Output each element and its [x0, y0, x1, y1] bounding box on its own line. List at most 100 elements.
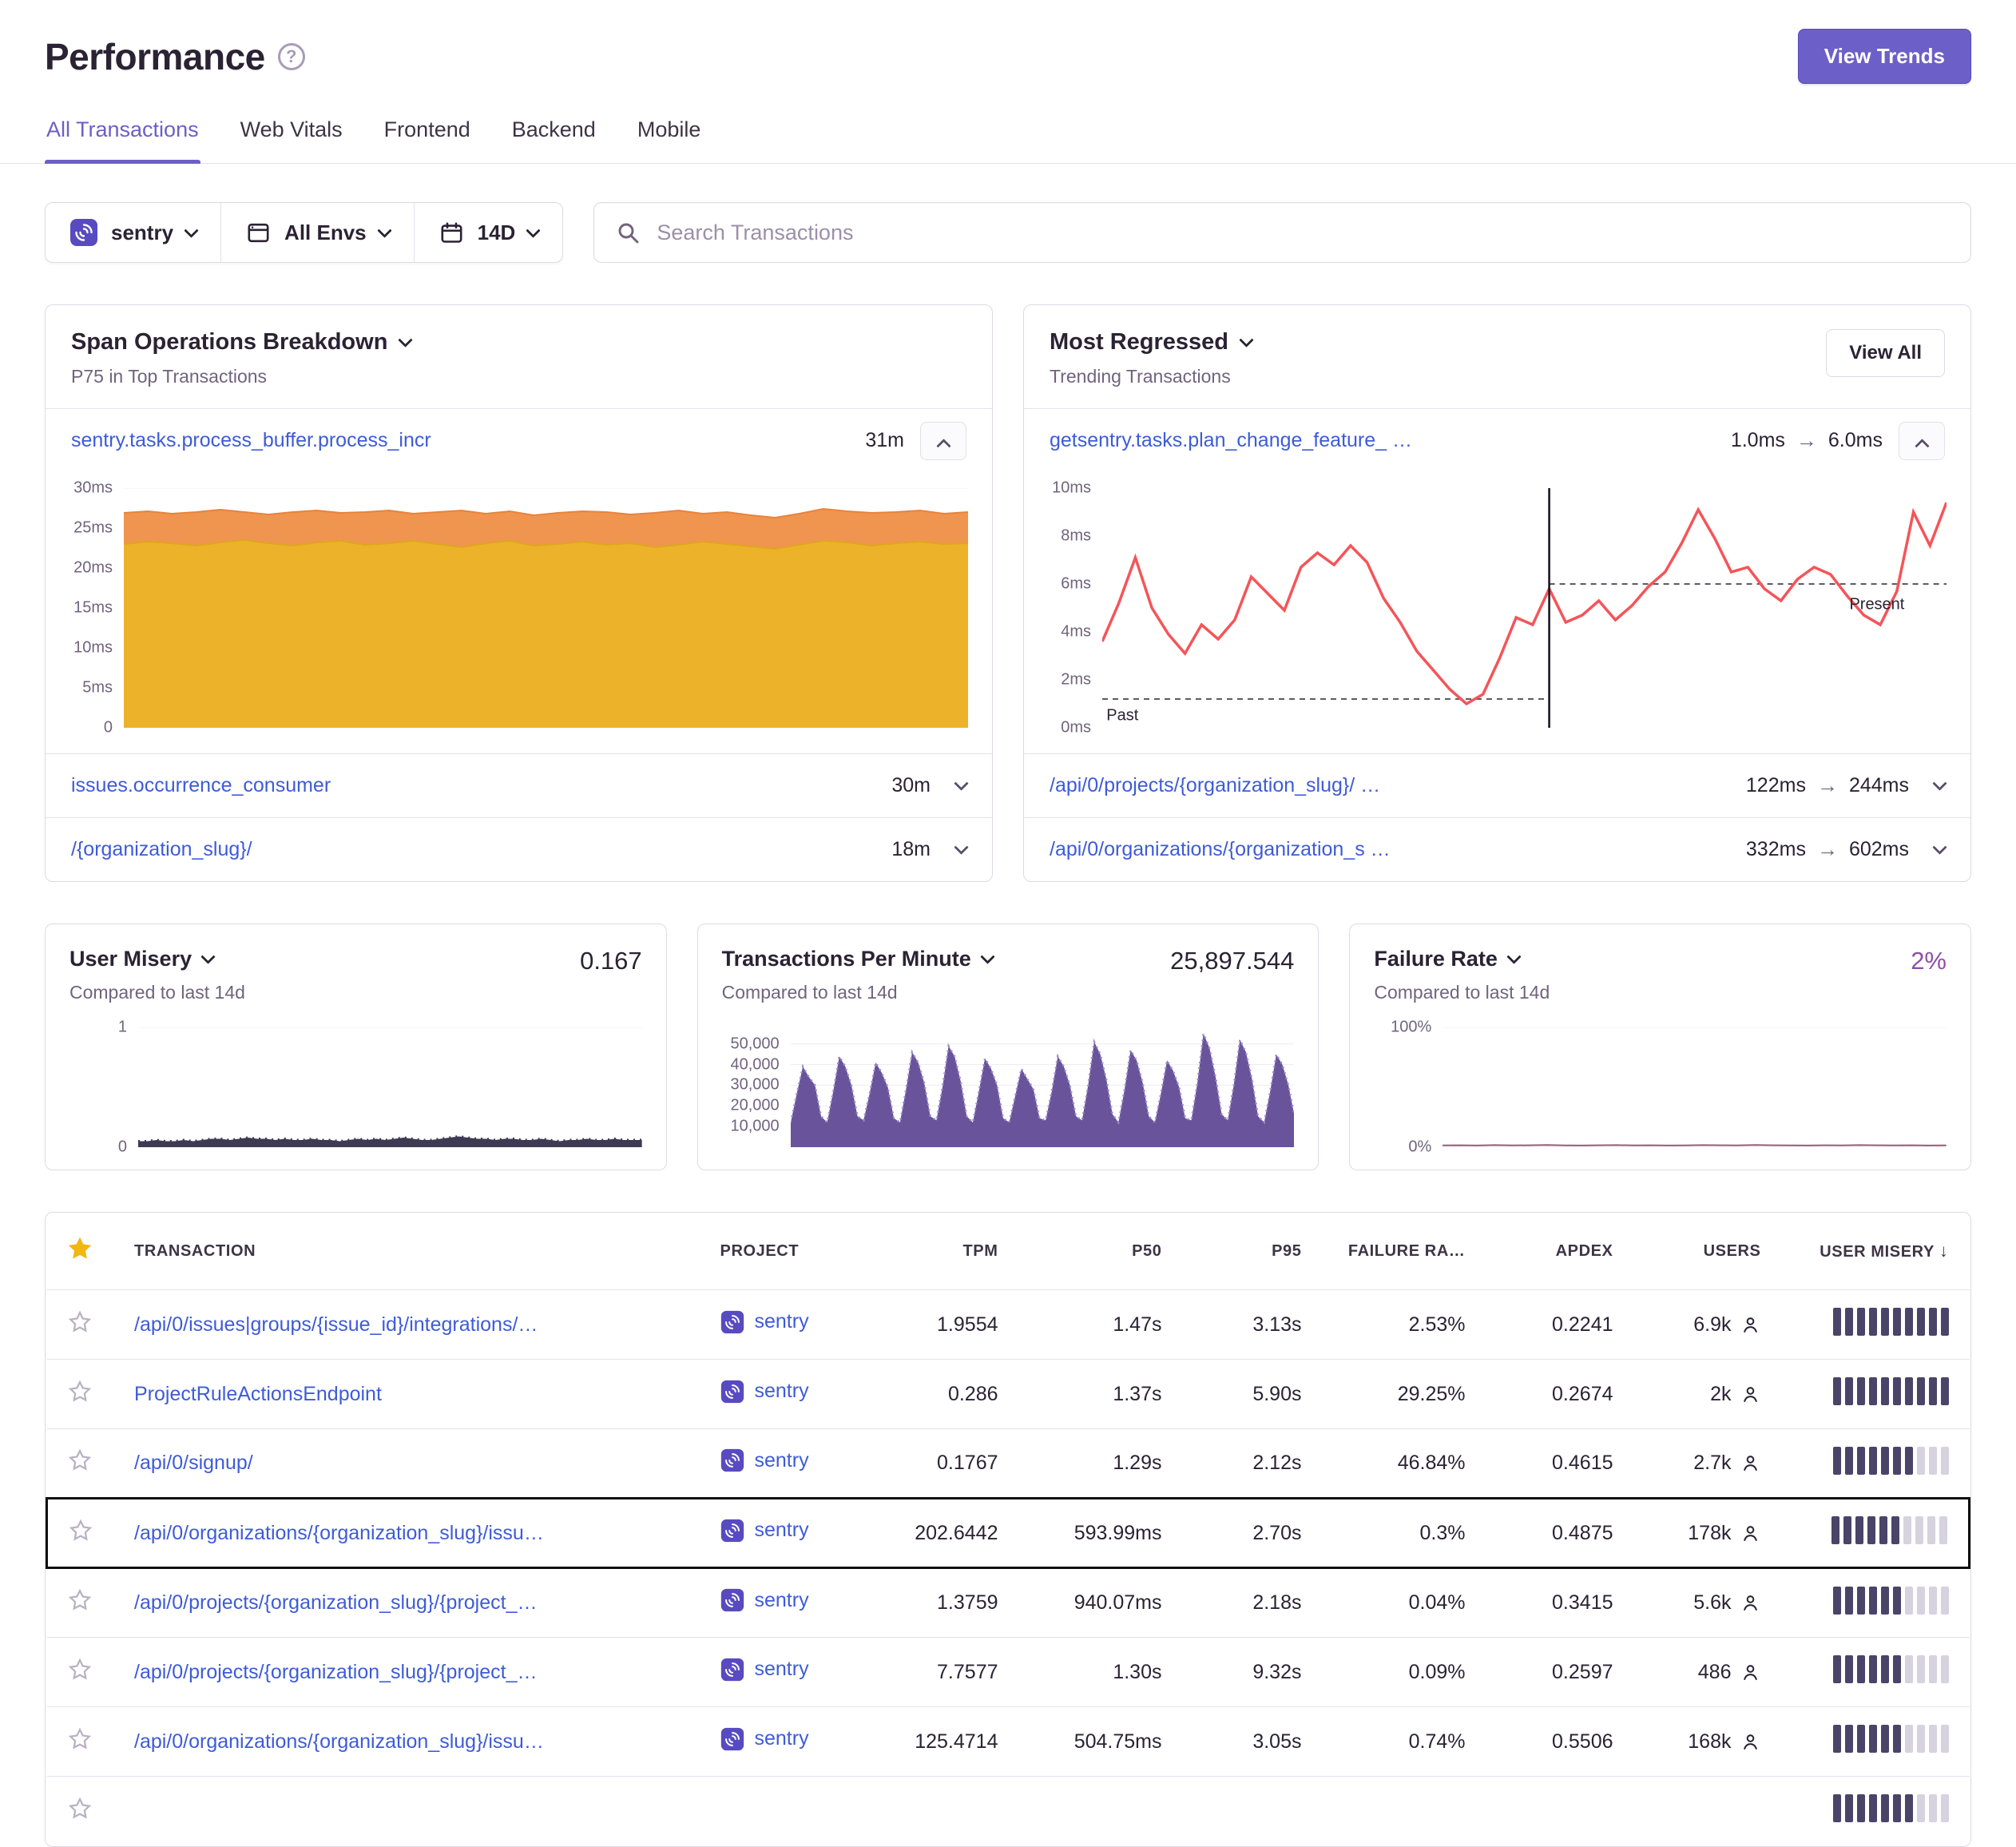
- help-icon[interactable]: ?: [278, 43, 305, 70]
- star-outline-icon[interactable]: [68, 1727, 92, 1751]
- col-project[interactable]: PROJECT: [700, 1213, 879, 1290]
- search-transactions-input[interactable]: [655, 220, 1950, 246]
- project-link[interactable]: sentry: [720, 1658, 809, 1682]
- project-link[interactable]: sentry: [720, 1448, 809, 1472]
- apdex-cell: [1486, 1777, 1634, 1846]
- y-axis-label: 100%: [1391, 1019, 1431, 1037]
- col-failure-ra[interactable]: FAILURE RA…: [1323, 1213, 1486, 1290]
- tab-mobile[interactable]: Mobile: [636, 113, 703, 163]
- user-misery-chart: [138, 1027, 642, 1147]
- p50-cell: 1.30s: [1019, 1638, 1183, 1707]
- star-outline-icon[interactable]: [68, 1588, 92, 1612]
- col-user-misery[interactable]: USER MISERY↓: [1782, 1213, 1970, 1290]
- misery-bar: [1941, 1725, 1949, 1753]
- misery-bar: [1905, 1587, 1913, 1615]
- misery-bar: [1941, 1655, 1949, 1683]
- date-range-filter[interactable]: 14D: [414, 203, 563, 262]
- collapse-row-button[interactable]: [1899, 422, 1945, 460]
- regressed-transaction-link[interactable]: getsentry.tasks.plan_change_feature_ …: [1050, 429, 1412, 452]
- span-op-link[interactable]: issues.occurrence_consumer: [71, 774, 331, 797]
- chevron-down-icon[interactable]: [1932, 776, 1947, 790]
- star-outline-icon[interactable]: [68, 1380, 92, 1404]
- misery-bar: [1929, 1794, 1937, 1822]
- row-star-cell: [47, 1777, 114, 1846]
- user-misery-value: 0.167: [567, 947, 642, 975]
- project-link[interactable]: sentry: [720, 1310, 809, 1334]
- span-op-link[interactable]: sentry.tasks.process_buffer.process_incr: [71, 429, 431, 452]
- table-row[interactable]: /api/0/organizations/{organization_slug}…: [47, 1499, 1970, 1568]
- user-misery-cell: [1782, 1290, 1970, 1360]
- col-p50[interactable]: P50: [1019, 1213, 1183, 1290]
- user-misery-dropdown[interactable]: User Misery: [69, 947, 245, 971]
- tab-backend[interactable]: Backend: [510, 113, 597, 163]
- span-operations-dropdown[interactable]: Span Operations Breakdown: [71, 329, 411, 355]
- span-op-link[interactable]: /{organization_slug}/: [71, 838, 252, 861]
- regressed-transaction-link[interactable]: /api/0/projects/{organization_slug}/ …: [1050, 774, 1380, 797]
- tab-web-vitals[interactable]: Web Vitals: [239, 113, 344, 163]
- view-trends-button[interactable]: View Trends: [1798, 29, 1971, 84]
- chevron-down-icon[interactable]: [954, 776, 968, 790]
- star-filled-icon[interactable]: [68, 1237, 92, 1261]
- chevron-down-icon: [377, 223, 391, 237]
- table-row[interactable]: ProjectRuleActionsEndpoint sentry 0.286 …: [47, 1360, 1970, 1429]
- user-icon: [1740, 1452, 1761, 1474]
- project-link[interactable]: sentry: [720, 1380, 809, 1404]
- tab-all-transactions[interactable]: All Transactions: [45, 113, 200, 163]
- performance-page: Performance ? View Trends All Transactio…: [0, 0, 2016, 1847]
- project-link[interactable]: sentry: [720, 1588, 809, 1612]
- date-range-label: 14D: [478, 220, 516, 245]
- project-link[interactable]: sentry: [720, 1727, 809, 1751]
- regressed-transaction-link[interactable]: /api/0/organizations/{organization_s …: [1050, 838, 1391, 861]
- table-row[interactable]: /api/0/signup/ sentry 0.1767 1.29s 2.12s…: [47, 1429, 1970, 1499]
- starred-filter[interactable]: [47, 1213, 114, 1290]
- transaction-link[interactable]: /api/0/signup/: [134, 1452, 253, 1474]
- row-star-cell: [47, 1429, 114, 1499]
- col-transaction[interactable]: TRANSACTION: [113, 1213, 700, 1290]
- table-row[interactable]: [47, 1777, 1970, 1846]
- transaction-link[interactable]: /api/0/organizations/{organization_slug}…: [134, 1730, 544, 1753]
- chevron-down-icon[interactable]: [954, 840, 968, 854]
- transaction-link[interactable]: ProjectRuleActionsEndpoint: [134, 1383, 382, 1405]
- chevron-down-icon[interactable]: [1932, 840, 1947, 854]
- star-outline-icon[interactable]: [69, 1519, 93, 1543]
- misery-bar: [1845, 1655, 1853, 1683]
- table-row[interactable]: /api/0/projects/{organization_slug}/{pro…: [47, 1568, 1970, 1638]
- collapse-row-button[interactable]: [920, 422, 966, 460]
- tpm-dropdown[interactable]: Transactions Per Minute: [722, 947, 993, 971]
- chevron-down-icon: [1239, 332, 1253, 347]
- failure-rate-cell: 0.3%: [1323, 1499, 1486, 1568]
- tab-frontend[interactable]: Frontend: [383, 113, 472, 163]
- y-axis-label: 40,000: [730, 1055, 779, 1074]
- col-p95[interactable]: P95: [1183, 1213, 1323, 1290]
- transaction-link[interactable]: /api/0/issues|groups/{issue_id}/integrat…: [134, 1313, 538, 1336]
- most-regressed-dropdown[interactable]: Most Regressed: [1050, 329, 1252, 355]
- span-op-total: 18m: [891, 838, 931, 861]
- col-users[interactable]: USERS: [1634, 1213, 1782, 1290]
- environment-filter[interactable]: All Envs: [220, 203, 414, 262]
- star-outline-icon[interactable]: [68, 1448, 92, 1472]
- star-outline-icon[interactable]: [68, 1658, 92, 1682]
- table-row[interactable]: /api/0/projects/{organization_slug}/{pro…: [47, 1638, 1970, 1707]
- misery-bar: [1845, 1447, 1853, 1475]
- table-row[interactable]: /api/0/issues|groups/{issue_id}/integrat…: [47, 1290, 1970, 1360]
- transaction-link[interactable]: /api/0/projects/{organization_slug}/{pro…: [134, 1661, 538, 1683]
- misery-bar: [1881, 1655, 1889, 1683]
- star-outline-icon[interactable]: [68, 1797, 92, 1821]
- project-link[interactable]: sentry: [720, 1519, 809, 1543]
- transaction-link[interactable]: /api/0/projects/{organization_slug}/{pro…: [134, 1591, 538, 1614]
- star-outline-icon[interactable]: [68, 1310, 92, 1334]
- y-axis-label: 20,000: [730, 1097, 779, 1115]
- regressed-row: /api/0/projects/{organization_slug}/ … 1…: [1024, 753, 1970, 817]
- users-cell: 178k: [1634, 1499, 1782, 1568]
- col-tpm[interactable]: TPM: [879, 1213, 1019, 1290]
- failure-rate-cell: 0.04%: [1323, 1568, 1486, 1638]
- misery-bar: [1881, 1377, 1889, 1405]
- project-filter[interactable]: sentry: [46, 203, 220, 262]
- view-all-button[interactable]: View All: [1826, 329, 1945, 377]
- users-cell: [1634, 1777, 1782, 1846]
- col-apdex[interactable]: APDEX: [1486, 1213, 1634, 1290]
- transaction-link[interactable]: /api/0/organizations/{organization_slug}…: [134, 1522, 544, 1544]
- failure-rate-dropdown[interactable]: Failure Rate: [1374, 947, 1550, 971]
- sentry-logo-icon: [720, 1588, 744, 1612]
- misery-bar: [1857, 1655, 1865, 1683]
